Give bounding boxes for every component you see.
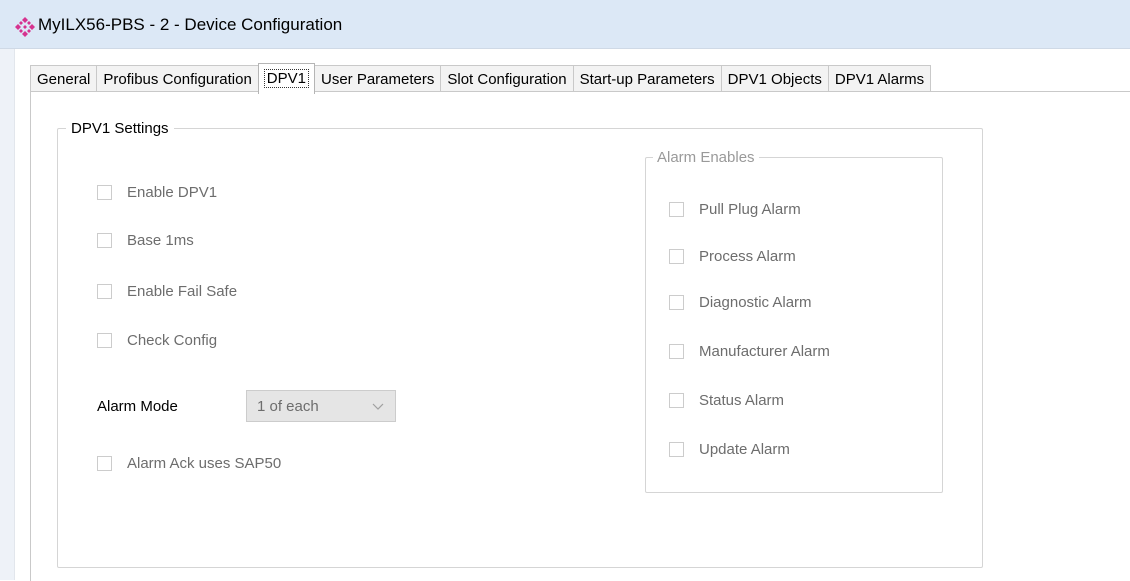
alarm-ack-sap50-checkbox[interactable]: Alarm Ack uses SAP50	[97, 455, 281, 472]
tab-profibus-configuration[interactable]: Profibus Configuration	[96, 65, 259, 92]
checkbox-label: Diagnostic Alarm	[699, 294, 812, 311]
manufacturer-alarm-checkbox[interactable]: Manufacturer Alarm	[669, 343, 830, 360]
base-1ms-checkbox[interactable]: Base 1ms	[97, 232, 194, 249]
process-alarm-checkbox[interactable]: Process Alarm	[669, 248, 796, 265]
check-config-checkbox[interactable]: Check Config	[97, 332, 217, 349]
checkbox-box[interactable]	[669, 344, 684, 359]
enable-dpv1-checkbox[interactable]: Enable DPV1	[97, 184, 217, 201]
update-alarm-checkbox[interactable]: Update Alarm	[669, 441, 790, 458]
checkbox-box[interactable]	[97, 185, 112, 200]
device-configuration-window: MyILX56-PBS - 2 - Device Configuration G…	[0, 0, 1130, 581]
tab-label: Profibus Configuration	[103, 71, 252, 88]
checkbox-label: Pull Plug Alarm	[699, 201, 801, 218]
window-title: MyILX56-PBS - 2 - Device Configuration	[38, 15, 343, 34]
tab-label: DPV1 Alarms	[834, 71, 925, 88]
tab-label: General	[37, 71, 91, 88]
checkbox-box[interactable]	[669, 393, 684, 408]
tab-general[interactable]: General	[30, 65, 98, 92]
checkbox-label: Update Alarm	[699, 441, 790, 458]
dpv1-settings-legend: DPV1 Settings	[66, 120, 174, 137]
alarm-enables-legend: Alarm Enables	[653, 149, 759, 166]
tab-label: Slot Configuration	[447, 71, 567, 88]
enable-fail-safe-checkbox[interactable]: Enable Fail Safe	[97, 283, 237, 300]
left-edge-strip	[0, 49, 15, 580]
checkbox-box[interactable]	[97, 233, 112, 248]
checkbox-label: Alarm Ack uses SAP50	[127, 455, 282, 472]
alarm-mode-label: Alarm Mode	[97, 398, 178, 415]
alarm-mode-dropdown[interactable]: 1 of each	[246, 390, 396, 422]
tab-label: DPV1	[263, 69, 309, 88]
tab-user-parameters[interactable]: User Parameters	[313, 65, 442, 92]
checkbox-label: Enable DPV1	[127, 184, 218, 201]
diagnostic-alarm-checkbox[interactable]: Diagnostic Alarm	[669, 294, 812, 311]
checkbox-box[interactable]	[669, 202, 684, 217]
checkbox-box[interactable]	[97, 456, 112, 471]
pull-plug-alarm-checkbox[interactable]: Pull Plug Alarm	[669, 201, 801, 218]
device-diamonds-icon	[15, 17, 35, 37]
status-alarm-checkbox[interactable]: Status Alarm	[669, 392, 784, 409]
tab-strip: General Profibus Configuration DPV1 User…	[30, 63, 932, 94]
checkbox-label: Process Alarm	[699, 248, 796, 265]
checkbox-box[interactable]	[97, 333, 112, 348]
tab-dpv1-objects[interactable]: DPV1 Objects	[720, 65, 829, 92]
tab-label: User Parameters	[320, 71, 435, 88]
checkbox-label: Enable Fail Safe	[127, 283, 238, 300]
tab-start-up-parameters[interactable]: Start-up Parameters	[572, 65, 722, 92]
tab-dpv1[interactable]: DPV1	[257, 63, 315, 94]
tab-slot-configuration[interactable]: Slot Configuration	[440, 65, 574, 92]
alarm-mode-value: 1 of each	[257, 398, 319, 415]
tab-label: Start-up Parameters	[579, 71, 715, 88]
checkbox-box[interactable]	[669, 295, 684, 310]
checkbox-label: Manufacturer Alarm	[699, 343, 830, 360]
tab-label: DPV1 Objects	[727, 71, 822, 88]
tab-dpv1-alarms[interactable]: DPV1 Alarms	[827, 65, 932, 92]
checkbox-label: Check Config	[127, 332, 218, 349]
checkbox-box[interactable]	[669, 249, 684, 264]
checkbox-label: Base 1ms	[127, 232, 194, 249]
checkbox-box[interactable]	[669, 442, 684, 457]
checkbox-label: Status Alarm	[699, 392, 785, 409]
checkbox-box[interactable]	[97, 284, 112, 299]
title-bar[interactable]: MyILX56-PBS - 2 - Device Configuration	[0, 0, 1130, 49]
chevron-down-icon	[372, 403, 384, 410]
